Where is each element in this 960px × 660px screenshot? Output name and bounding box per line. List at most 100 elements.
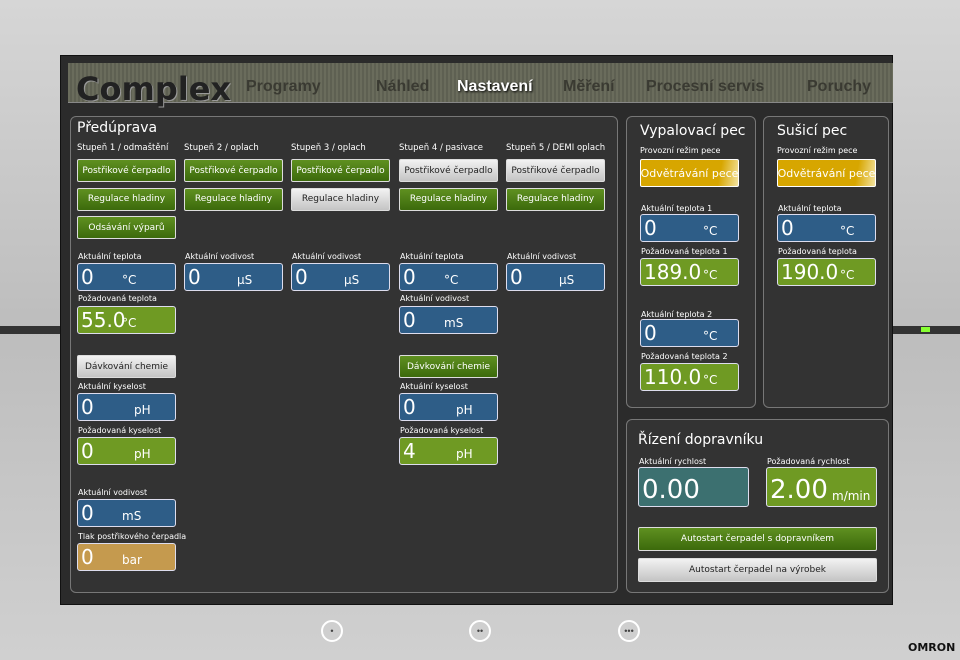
value-text: 110.0 xyxy=(644,365,702,389)
field-label: Aktuální teplota xyxy=(78,252,142,261)
firing-oven-title: Vypalovací pec xyxy=(640,123,746,139)
stage-toggle-button[interactable]: Regulace hladiny xyxy=(291,187,390,211)
unit-text: pH xyxy=(456,403,473,417)
nav-tab-3[interactable]: Měření xyxy=(563,78,615,96)
stage-title: Stupeň 2 / oplach xyxy=(184,143,259,153)
nav-tab-0[interactable]: Programy xyxy=(246,78,321,96)
stage-title: Stupeň 4 / pasivace xyxy=(399,143,484,153)
firing-mode-button[interactable]: Odvětrávání pece xyxy=(640,159,739,187)
hw-button-1[interactable]: • xyxy=(321,620,343,642)
unit-text: bar xyxy=(122,553,142,567)
unit-text: °C xyxy=(444,273,459,287)
unit-text: °C xyxy=(703,224,718,238)
hw-button-2[interactable]: •• xyxy=(469,620,491,642)
hw-button-3[interactable]: ••• xyxy=(618,620,640,642)
value-display: 0 °C xyxy=(777,214,876,242)
autostart-button[interactable]: Autostart čerpadel s dopravníkem xyxy=(638,527,877,551)
value-display: 0 °C xyxy=(640,214,739,242)
value-text: 0 xyxy=(81,439,94,463)
value-display: 0 µS xyxy=(291,263,390,291)
field-label: Aktuální vodivost xyxy=(78,488,148,497)
unit-text: °C xyxy=(122,316,137,330)
stage-toggle-button[interactable]: Regulace hladiny xyxy=(506,187,605,211)
stage-toggle-button[interactable]: Regulace hladiny xyxy=(184,187,283,211)
field-label: Požadovaná teplota xyxy=(78,294,157,303)
value-display: 0 mS xyxy=(77,499,176,527)
field-label: Aktuální vodivost xyxy=(292,252,362,261)
nav-tab-4[interactable]: Procesní servis xyxy=(646,78,764,96)
stage-toggle-button[interactable]: Postřikové čerpadlo xyxy=(506,159,605,182)
chemical-dosing-button[interactable]: Dávkování chemie xyxy=(77,355,176,378)
unit-text: mS xyxy=(444,316,464,330)
drying-mode-button[interactable]: Odvětrávání pece xyxy=(777,159,876,187)
stage-title: Stupeň 1 / odmaštění xyxy=(77,143,169,153)
nav-tab-2[interactable]: Nastavení xyxy=(457,78,533,96)
value-text: 2.00 xyxy=(770,475,828,505)
nav-tab-5[interactable]: Poruchy xyxy=(807,78,871,96)
value-display: 0 µS xyxy=(506,263,605,291)
stage-toggle-button[interactable]: Postřikové čerpadlo xyxy=(184,159,283,182)
unit-text: °C xyxy=(122,273,137,287)
value-display: 55.0 °C xyxy=(77,306,176,334)
stage-toggle-button[interactable]: Postřikové čerpadlo xyxy=(291,159,390,182)
chemical-dosing-button[interactable]: Dávkování chemie xyxy=(399,355,498,378)
field-label: Požadovaná teplota 2 xyxy=(641,352,728,361)
unit-text: °C xyxy=(703,329,718,343)
field-label: Požadovaná kyselost xyxy=(78,426,162,435)
value-text: 0 xyxy=(81,265,94,289)
unit-text: m/min xyxy=(832,489,871,503)
value-text: 4 xyxy=(403,439,416,463)
value-display: 0 pH xyxy=(77,393,176,421)
field-label: Požadovaná rychlost xyxy=(767,457,850,466)
value-text: 0 xyxy=(510,265,523,289)
value-text: 0 xyxy=(403,308,416,332)
value-display: 0 °C xyxy=(640,319,739,347)
nav-tab-1[interactable]: Náhled xyxy=(376,78,429,96)
value-display: 0 µS xyxy=(184,263,283,291)
field-label: Aktuální teplota xyxy=(778,204,842,213)
stage-toggle-button[interactable]: Regulace hladiny xyxy=(399,187,498,211)
value-display: 0 bar xyxy=(77,543,176,571)
value-text: 189.0 xyxy=(644,260,702,284)
drying-oven-title: Sušicí pec xyxy=(777,123,848,139)
field-label: Aktuální vodivost xyxy=(400,294,470,303)
power-led xyxy=(921,327,930,332)
value-text: 0 xyxy=(403,265,416,289)
field-label: Aktuální rychlost xyxy=(639,457,707,466)
field-label: Tlak postřikového čerpadla xyxy=(78,532,187,541)
field-label: Požadovaná teplota xyxy=(778,247,857,256)
value-text: 0 xyxy=(81,545,94,569)
app-logo: Complex xyxy=(76,70,232,108)
value-text: 0 xyxy=(81,501,94,525)
value-display: 0 pH xyxy=(77,437,176,465)
value-display: 0 mS xyxy=(399,306,498,334)
unit-text: µS xyxy=(344,273,360,287)
drying-mode-label: Provozní režim pece xyxy=(777,146,858,155)
unit-text: mS xyxy=(122,509,142,523)
stage-toggle-button[interactable]: Postřikové čerpadlo xyxy=(77,159,176,182)
stage-toggle-button[interactable]: Postřikové čerpadlo xyxy=(399,159,498,182)
value-text: 55.0 xyxy=(81,308,126,332)
firing-mode-label: Provozní režim pece xyxy=(640,146,721,155)
brand-logo: OMRON xyxy=(908,641,956,654)
value-display: 4 pH xyxy=(399,437,498,465)
field-label: Aktuální kyselost xyxy=(78,382,146,391)
value-display: 0 °C xyxy=(399,263,498,291)
unit-text: pH xyxy=(134,403,151,417)
unit-text: µS xyxy=(237,273,253,287)
value-display: 2.00 m/min xyxy=(766,467,877,507)
stage-toggle-button[interactable]: Regulace hladiny xyxy=(77,187,176,211)
value-text: 0 xyxy=(781,216,794,240)
value-text: 190.0 xyxy=(781,260,839,284)
value-display: 189.0 °C xyxy=(640,258,739,286)
value-text: 0 xyxy=(295,265,308,289)
autostart-button[interactable]: Autostart čerpadel na výrobek xyxy=(638,558,877,582)
value-display: 0 °C xyxy=(77,263,176,291)
field-label: Aktuální kyselost xyxy=(400,382,468,391)
stage-title: Stupeň 3 / oplach xyxy=(291,143,366,153)
stage-toggle-button[interactable]: Odsávání výparů xyxy=(77,216,176,239)
unit-text: pH xyxy=(134,447,151,461)
unit-text: °C xyxy=(703,373,718,387)
bezel-edge-left xyxy=(0,326,60,334)
field-label: Požadovaná kyselost xyxy=(400,426,484,435)
